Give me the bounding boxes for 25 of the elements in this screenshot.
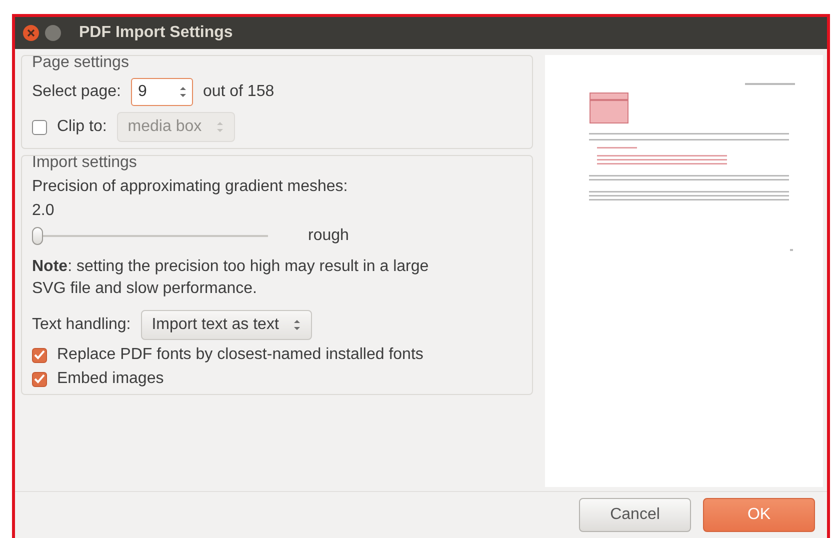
spin-arrows-icon[interactable] xyxy=(178,85,187,99)
window-title: PDF Import Settings xyxy=(79,24,233,42)
group-title: Import settings xyxy=(32,154,137,172)
checkbox[interactable] xyxy=(32,348,47,362)
precision-label: Precision of approximating gradient meshes: xyxy=(32,178,349,196)
text-handling-dropdown[interactable]: Import text as text xyxy=(140,310,312,340)
spin-arrows-icon[interactable] xyxy=(292,318,301,332)
group-title: Page settings xyxy=(32,54,129,72)
checkbox[interactable] xyxy=(32,372,47,386)
option-label: Embed images xyxy=(57,370,164,388)
clip-label: Clip to: xyxy=(57,118,107,136)
page-number-field[interactable]: 9 xyxy=(130,78,193,106)
minimize-button[interactable] xyxy=(45,25,61,41)
note-text: Note: setting the precision too high may result in a large SVG file and slow performance. xyxy=(32,257,430,299)
select-page-label: Select page: xyxy=(32,83,121,101)
page-count: out of 158 xyxy=(202,83,274,101)
precision-value: 2.0 xyxy=(32,202,56,220)
close-icon xyxy=(27,29,35,37)
text-handling-label: Text handling: xyxy=(32,316,131,334)
precision-slider[interactable] xyxy=(32,226,268,246)
slider-label: rough xyxy=(308,227,349,245)
slider-thumb[interactable] xyxy=(32,227,43,245)
option-label: Replace PDF fonts by closest-named installed fonts xyxy=(57,346,424,364)
cancel-button[interactable]: Cancel xyxy=(579,498,691,532)
close-button[interactable] xyxy=(23,25,39,41)
